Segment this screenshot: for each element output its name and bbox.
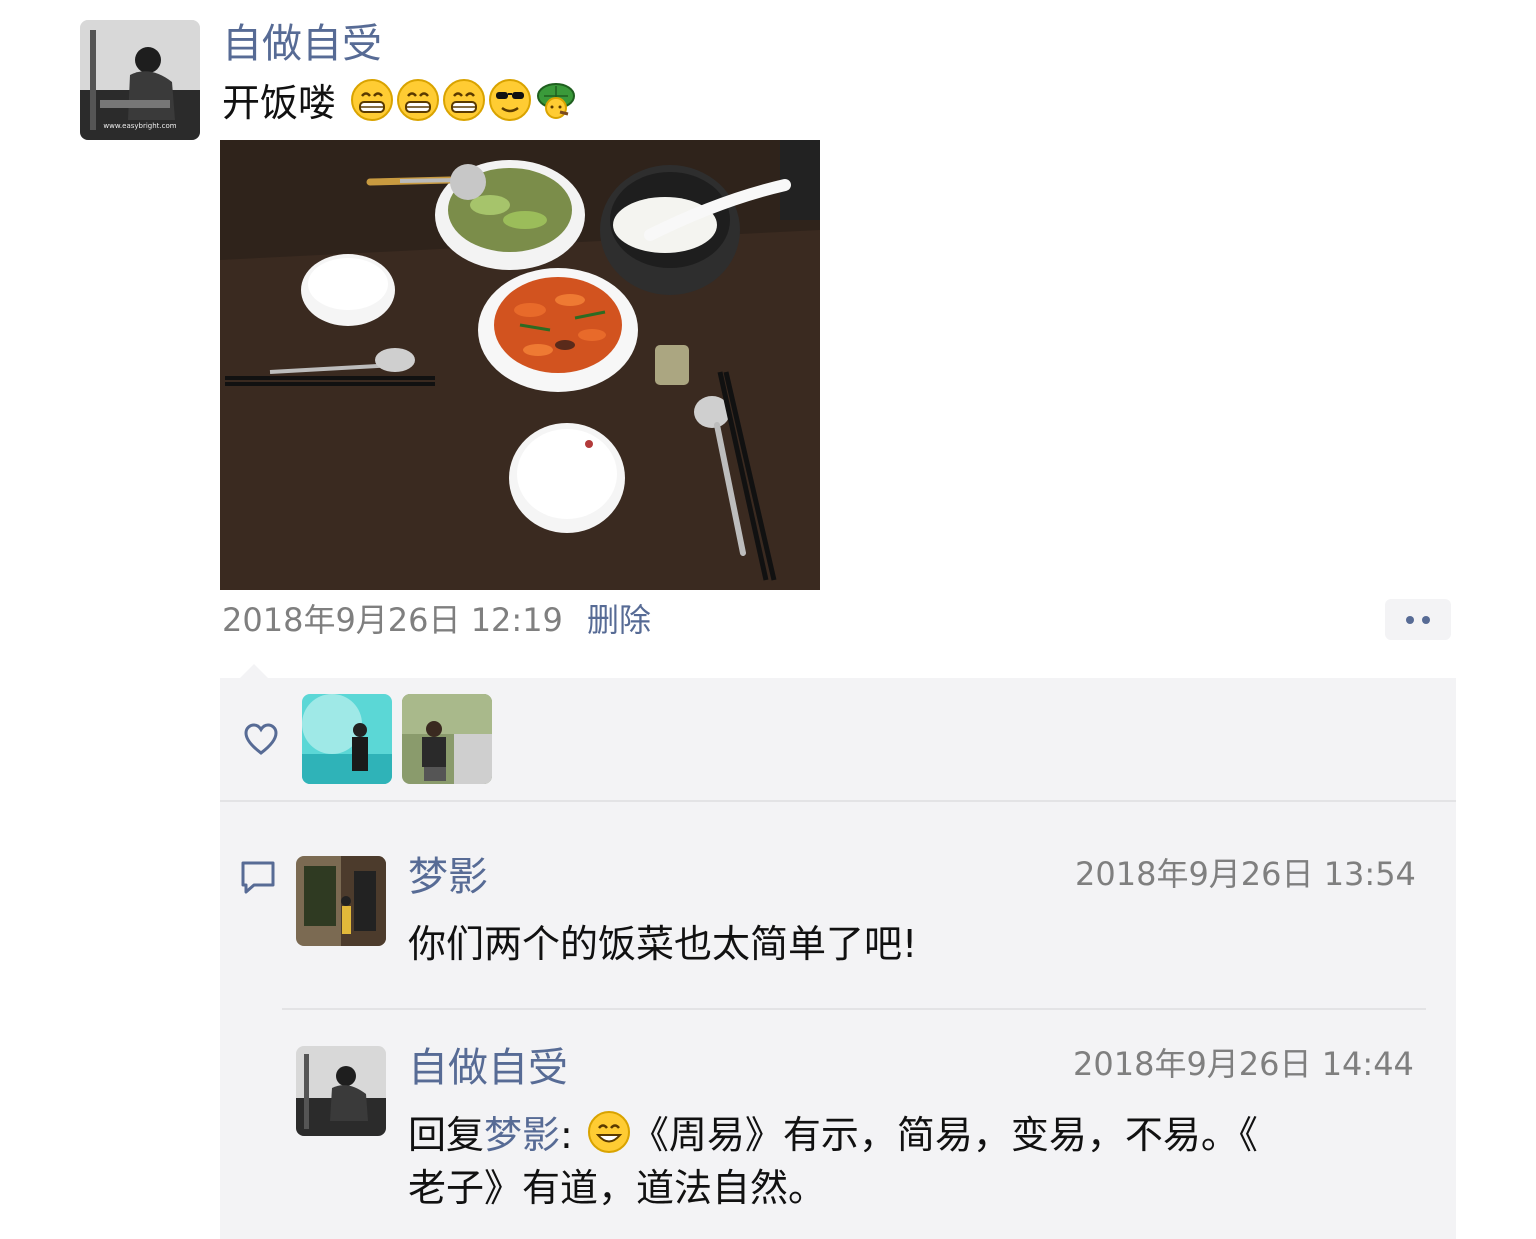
- liker-avatar-1[interactable]: [302, 694, 392, 784]
- reply-timestamp: 2018年9月26日 14:44: [1073, 1045, 1414, 1083]
- post-text: 开饭喽: [222, 78, 578, 133]
- smile-emoji: [587, 1110, 631, 1165]
- reply-prefix: 回复: [408, 1113, 485, 1157]
- comment-author-name[interactable]: 梦影: [408, 853, 488, 901]
- more-dot-icon: [1422, 616, 1430, 624]
- heart-icon: [243, 722, 279, 756]
- likes-divider: [220, 800, 1456, 802]
- grin-emoji: [396, 78, 440, 133]
- reply-colon: :: [560, 1113, 585, 1157]
- comment-text: 你们两个的饭菜也太简单了吧!: [408, 922, 918, 966]
- panel-caret: [240, 664, 268, 678]
- comment-divider: [282, 1008, 1426, 1010]
- more-actions-button[interactable]: [1385, 599, 1451, 640]
- liker-avatar-2[interactable]: [402, 694, 492, 784]
- reply-to-name[interactable]: 梦影: [484, 1113, 560, 1157]
- reply-text-line1: 回复梦影: 《周易》有示，简易，变易，不易。《: [408, 1110, 1258, 1165]
- post-photo[interactable]: [220, 140, 820, 590]
- reply-text-line2: 老子》有道，道法自然。: [408, 1166, 827, 1210]
- grin-emoji: [350, 78, 394, 133]
- reply-content-part1: 《周易》有示，简易，变易，不易。《: [630, 1113, 1258, 1157]
- comment-icon: [238, 858, 278, 898]
- cool-sunglasses-emoji: [488, 78, 532, 133]
- reply-author-avatar[interactable]: [296, 1046, 386, 1136]
- more-dot-icon: [1406, 616, 1414, 624]
- grin-emoji: [442, 78, 486, 133]
- post-timestamp: 2018年9月26日 12:19: [222, 601, 563, 639]
- post-text-content: 开饭喽: [222, 81, 337, 125]
- delete-button[interactable]: 删除: [587, 600, 651, 640]
- svg-text:www.easybright.com: www.easybright.com: [103, 122, 176, 130]
- comment-timestamp: 2018年9月26日 13:54: [1075, 855, 1416, 893]
- author-avatar[interactable]: www.easybright.com: [80, 20, 200, 140]
- commenter-avatar[interactable]: [296, 856, 386, 946]
- turtle-emoji: [534, 78, 578, 133]
- post-author-name[interactable]: 自做自受: [222, 20, 382, 68]
- reply-author-name[interactable]: 自做自受: [408, 1044, 568, 1092]
